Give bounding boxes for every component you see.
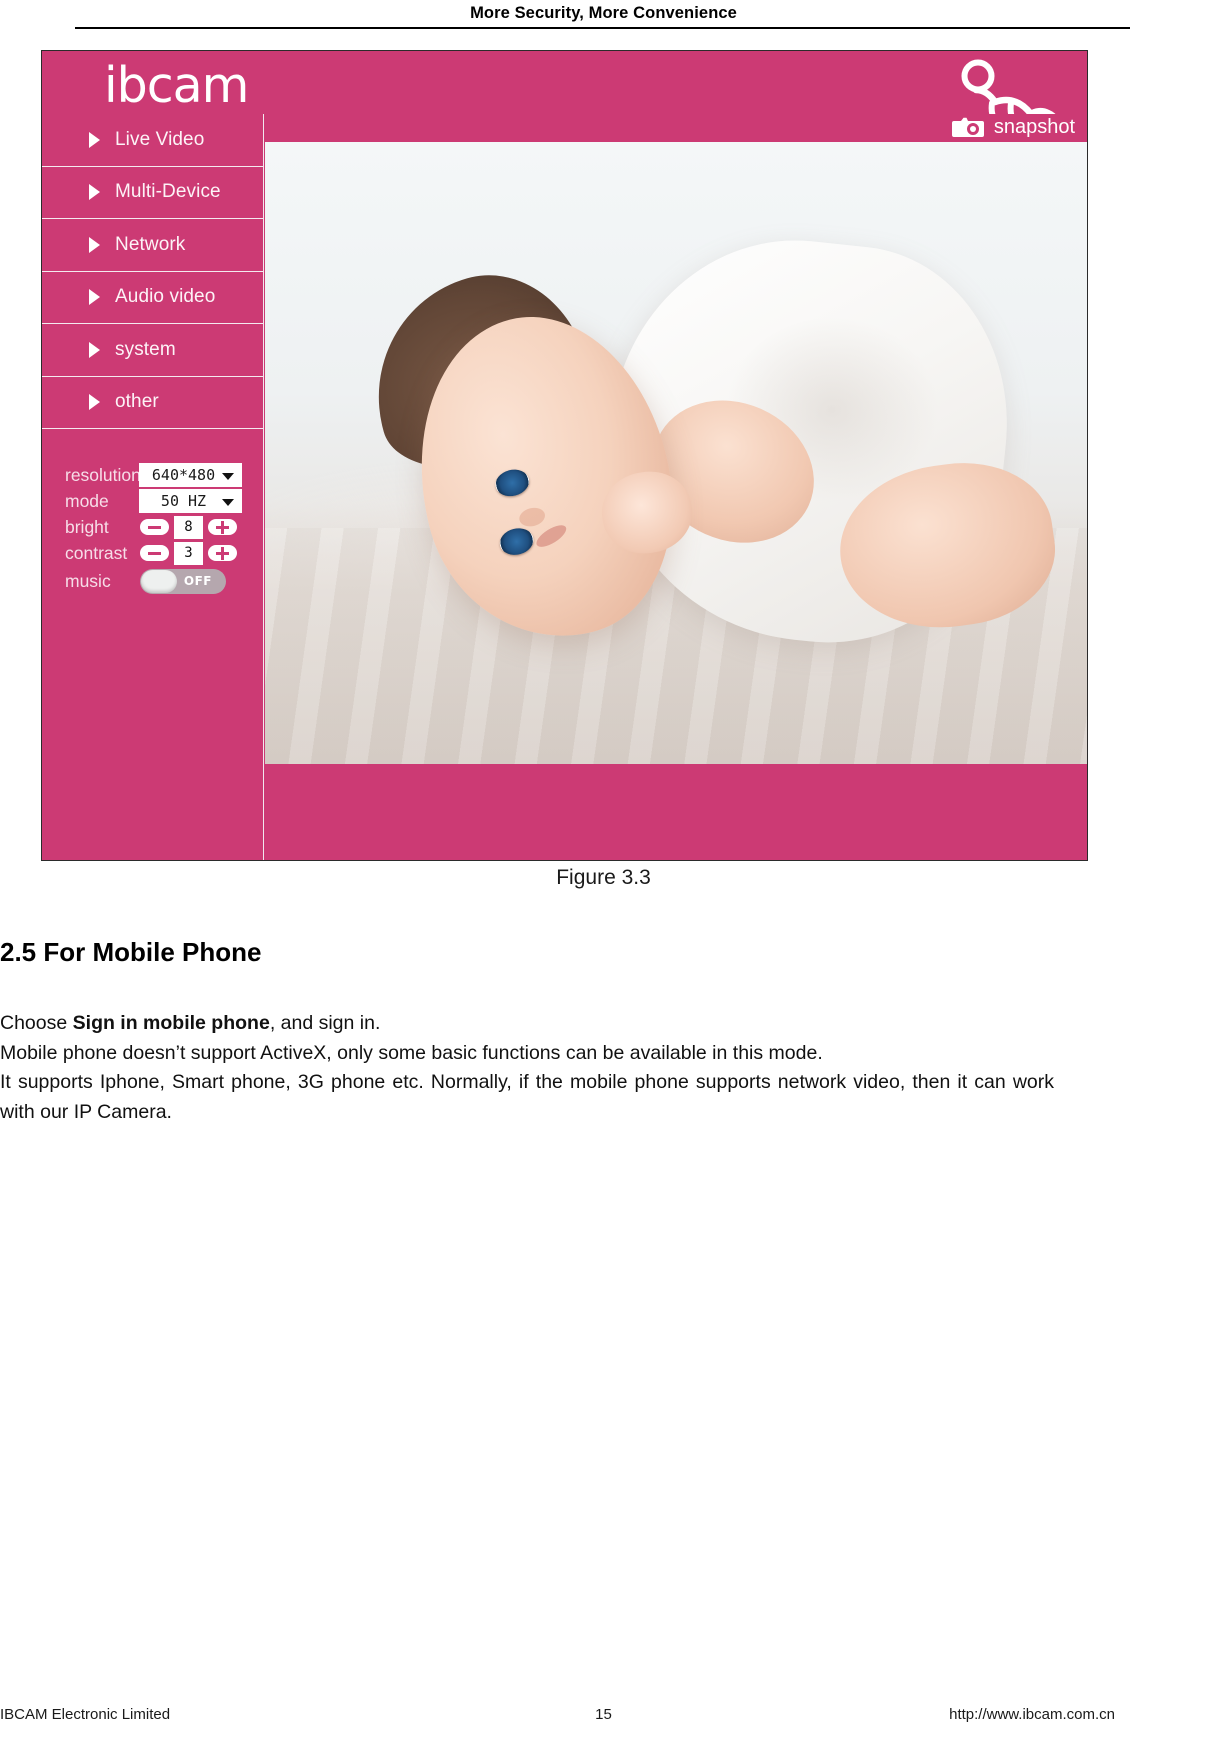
figure-caption: Figure 3.3 — [556, 866, 651, 889]
plus-icon[interactable] — [208, 519, 237, 535]
body-line-3: It supports Iphone, Smart phone, 3G phon… — [0, 1071, 1054, 1123]
contrast-value: 3 — [174, 541, 203, 565]
body-paragraph: Choose Sign in mobile phone, and sign in… — [0, 1009, 1054, 1127]
sidebar-item-system[interactable]: system — [42, 324, 263, 377]
baby-mouth — [532, 521, 570, 552]
play-triangle-icon — [89, 131, 100, 148]
sidebar-item-label: Network — [115, 233, 186, 255]
section-heading: 2.5 For Mobile Phone — [0, 937, 262, 967]
resolution-value: 640*480 — [151, 466, 216, 484]
body-line-1-suffix: , and sign in. — [269, 1012, 381, 1034]
bright-label: bright — [65, 516, 109, 537]
body-line-1-prefix: Choose — [0, 1012, 73, 1034]
video-area: snapshot — [264, 114, 1087, 860]
contrast-label: contrast — [65, 542, 128, 563]
contrast-row: contrast 3 — [42, 540, 263, 566]
sidebar-item-live-video[interactable]: Live Video — [42, 114, 263, 167]
music-toggle-state: OFF — [183, 574, 212, 588]
sidebar-item-label: system — [115, 338, 176, 360]
sidebar-item-label: Audio video — [115, 286, 216, 308]
chevron-down-icon — [222, 499, 234, 506]
snapshot-label: snapshot — [993, 115, 1075, 138]
baby-nose — [516, 505, 547, 529]
sidebar-item-label: Live Video — [115, 128, 205, 150]
header-divider — [75, 27, 1130, 29]
page-header: More Security, More Convenience — [0, 0, 1207, 30]
music-label: music — [65, 570, 111, 591]
body-line-1-bold: Sign in mobile phone — [72, 1012, 270, 1034]
music-row: music OFF — [42, 566, 263, 596]
ipcam-web-ui: ibcam Live Video Multi-Device Network Au… — [42, 51, 1087, 860]
play-triangle-icon — [89, 236, 100, 253]
sidebar-item-audio-video[interactable]: Audio video — [42, 272, 263, 324]
sidebar-item-label: Multi-Device — [115, 181, 221, 203]
sidebar-item-network[interactable]: Network — [42, 219, 263, 272]
mode-label: mode — [65, 490, 109, 511]
minus-icon[interactable] — [140, 545, 169, 561]
video-bottom-band — [264, 764, 1087, 860]
sidebar: Live Video Multi-Device Network Audio vi… — [42, 114, 264, 860]
play-triangle-icon — [89, 289, 100, 306]
resolution-select[interactable]: 640*480 — [139, 463, 242, 487]
live-video-frame[interactable] — [264, 142, 1087, 764]
body-line-2: Mobile phone doesn’t support ActiveX, on… — [0, 1041, 823, 1064]
play-triangle-icon — [89, 341, 100, 358]
baby-eye — [492, 465, 532, 500]
camera-icon — [951, 117, 984, 137]
ibcam-logo: ibcam — [104, 57, 249, 114]
music-toggle[interactable]: OFF — [140, 568, 226, 594]
page-header-title: More Security, More Convenience — [470, 4, 737, 22]
resolution-label: resolution — [65, 464, 141, 485]
plus-icon[interactable] — [208, 545, 237, 561]
snapshot-button[interactable]: snapshot — [951, 115, 1075, 139]
sidebar-item-multi-device[interactable]: Multi-Device — [42, 167, 263, 219]
mode-value: 50 HZ — [160, 492, 207, 510]
video-controls-panel: resolution 640*480 mode 50 HZ bright 8 c… — [42, 444, 263, 596]
snapshot-bar: snapshot — [264, 114, 1087, 141]
play-triangle-icon — [89, 394, 100, 411]
resolution-row: resolution 640*480 — [42, 462, 263, 488]
bright-value: 8 — [174, 515, 203, 539]
bright-row: bright 8 — [42, 514, 263, 540]
sidebar-item-other[interactable]: other — [42, 377, 263, 429]
minus-icon[interactable] — [140, 519, 169, 535]
page-footer: IBCAM Electronic Limited 15 http://www.i… — [0, 1706, 1207, 1736]
contrast-stepper: 3 — [140, 541, 237, 565]
baby-eye — [496, 524, 537, 559]
footer-url: http://www.ibcam.com.cn — [949, 1706, 1115, 1723]
figure-screenshot: ibcam Live Video Multi-Device Network Au… — [41, 50, 1088, 861]
play-triangle-icon — [89, 184, 100, 201]
bright-stepper: 8 — [140, 515, 237, 539]
sidebar-item-label: other — [115, 391, 159, 413]
brand-band: ibcam — [42, 51, 1087, 125]
mode-select[interactable]: 50 HZ — [139, 489, 242, 513]
chevron-down-icon — [222, 473, 234, 480]
baby-photo — [264, 142, 1087, 764]
mode-row: mode 50 HZ — [42, 488, 263, 514]
toggle-knob — [141, 569, 177, 593]
